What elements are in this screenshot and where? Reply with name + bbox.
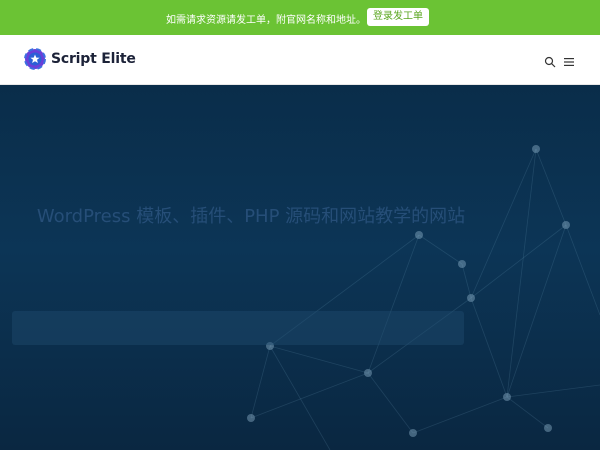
submit-ticket-button[interactable]: 登录发工单 (367, 8, 429, 26)
network-background (247, 145, 600, 450)
hero-section: WordPress 模板、插件、PHP 源码和网站教学的网站 (0, 85, 600, 450)
announcement-text: 如需请求资源请发工单，附官网名称和地址。 (166, 11, 366, 26)
announcement-bar: 如需请求资源请发工单，附官网名称和地址。 登录发工单 (0, 0, 600, 35)
hero-title: WordPress 模板、插件、PHP 源码和网站教学的网站 (36, 206, 466, 227)
hero-search-input[interactable] (12, 311, 464, 345)
announcement-message: 如需请求资源请发工单，附官网名称和地址。 (166, 15, 366, 26)
logo-badge-icon (24, 48, 46, 70)
search-icon[interactable] (544, 53, 556, 68)
menu-icon[interactable] (563, 53, 575, 66)
site-logo[interactable]: Script Elite (24, 47, 136, 71)
logo-text: Script Elite (51, 51, 136, 67)
site-header: Script Elite (0, 35, 600, 85)
